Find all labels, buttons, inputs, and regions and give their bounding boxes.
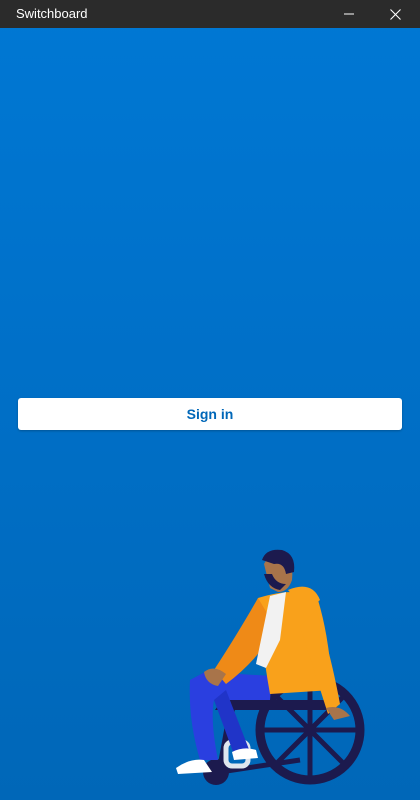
shoe <box>176 759 212 774</box>
window-title: Switchboard <box>16 6 88 21</box>
close-icon <box>389 8 401 20</box>
title-bar: Switchboard <box>0 0 420 28</box>
sign-in-button[interactable]: Sign in <box>18 398 402 430</box>
person-in-wheelchair-illustration <box>176 549 365 785</box>
minimize-icon <box>344 13 354 15</box>
close-button[interactable] <box>372 0 418 28</box>
minimize-button[interactable] <box>326 0 372 28</box>
app-window: Switchboard Sign in <box>0 0 420 800</box>
